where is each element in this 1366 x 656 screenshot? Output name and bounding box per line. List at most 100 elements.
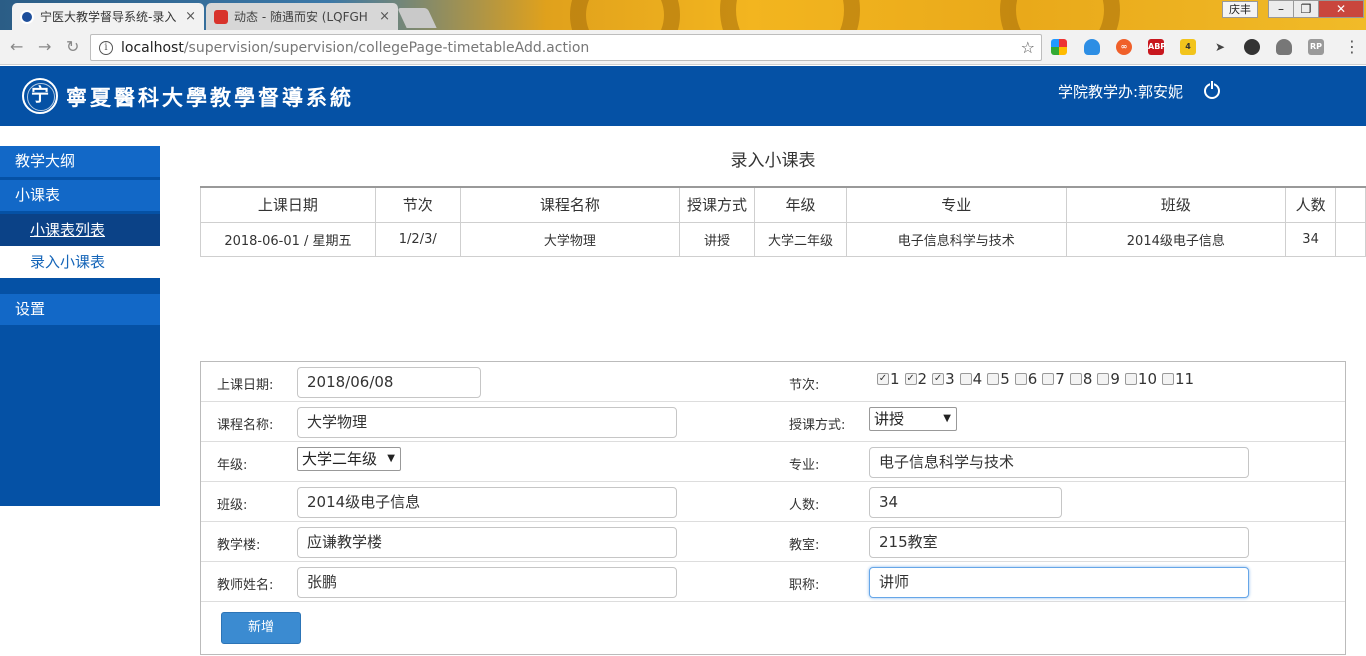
checkbox-label: 10	[1137, 370, 1158, 388]
cursor-extension-icon[interactable]: ➤	[1212, 39, 1228, 55]
room-input[interactable]: 215教室	[869, 527, 1249, 558]
checkbox-label: 8	[1082, 370, 1093, 388]
logout-power-icon[interactable]	[1204, 80, 1220, 99]
grade-select[interactable]: 大学二年级 ▼	[297, 447, 401, 471]
checkbox-label: 3	[945, 370, 955, 388]
major-input[interactable]: 电子信息科学与技术	[869, 447, 1249, 478]
browser-tabstrip: 宁医大教学督导系统-录入 × 动态 - 随遇而安 (LQFGH × 庆丰 – ❐…	[0, 0, 1366, 30]
teacher-input[interactable]: 张鹏	[297, 567, 677, 598]
column-header: 年级	[754, 186, 847, 223]
course-input[interactable]: 大学物理	[297, 407, 677, 438]
infinity-extension-icon[interactable]: ∞	[1116, 39, 1132, 55]
close-tab-icon[interactable]: ×	[185, 9, 196, 24]
sync-extension-icon[interactable]	[1244, 39, 1260, 55]
sidebar: 教学大纲 小课表 小课表列表 录入小课表 设置	[0, 146, 160, 506]
session-checkbox-8[interactable]: 8	[1069, 370, 1093, 388]
column-header: 节次	[374, 186, 461, 223]
session-checkbox-5[interactable]: 5	[987, 370, 1010, 388]
extension-color-icon[interactable]	[1051, 39, 1067, 55]
timetable-table: 上课日期 节次 课程名称 授课方式 年级 专业 班级 人数 2018-06-01…	[200, 186, 1366, 257]
table-cell: 讲授	[679, 221, 756, 257]
browser-tab-inactive[interactable]: 动态 - 随遇而安 (LQFGH ×	[206, 3, 398, 30]
sidebar-item-settings[interactable]: 设置	[0, 294, 160, 325]
grade-select-value: 大学二年级	[302, 450, 378, 468]
session-checkbox-11[interactable]: 11	[1162, 370, 1194, 388]
checkbox-box[interactable]	[987, 373, 1000, 385]
address-bar[interactable]: i localhost/supervision/supervision/coll…	[90, 34, 1042, 61]
university-logo: 宁	[22, 78, 58, 114]
session-checkbox-1[interactable]: ✓ 1	[877, 370, 900, 388]
course-label: 课程名称:	[217, 418, 274, 433]
app-header: 宁 寧夏醫科大學教學督導系統 学院教学办:郭安妮	[0, 66, 1366, 126]
checkbox-box[interactable]	[1097, 373, 1110, 385]
maximize-button[interactable]: ❐	[1293, 0, 1319, 18]
rank-input[interactable]: 讲师	[869, 567, 1249, 598]
checkbox-box[interactable]: ✓	[877, 373, 889, 385]
table-cell: 1/2/3/	[374, 221, 461, 257]
session-checkbox-7[interactable]: 7	[1042, 370, 1065, 388]
url-host: localhost	[121, 39, 184, 56]
checkbox-label: 7	[1055, 370, 1065, 388]
session-checkbox-9[interactable]: 9	[1097, 370, 1120, 388]
background-decoration	[720, 0, 860, 30]
add-button[interactable]: 新增	[221, 612, 301, 644]
checkbox-label: 9	[1110, 370, 1120, 388]
rp-extension-icon[interactable]: RP	[1308, 39, 1324, 55]
sidebar-item-timetable[interactable]: 小课表	[0, 180, 160, 211]
notes-extension-icon[interactable]: 4	[1180, 39, 1196, 55]
column-header: 人数	[1285, 186, 1337, 223]
checkbox-box[interactable]	[1069, 373, 1082, 385]
minimize-button[interactable]: –	[1268, 0, 1294, 18]
session-checkbox-6[interactable]: 6	[1014, 370, 1037, 388]
session-checkbox-3[interactable]: ✓ 3	[932, 370, 955, 388]
checkbox-box[interactable]	[1042, 373, 1055, 385]
sessions-checkbox-group: ✓ 1 ✓ 2 ✓ 3 4 5 6 7 8 9 10 11	[877, 370, 1199, 388]
column-header: 班级	[1065, 186, 1287, 223]
checkbox-box[interactable]: ✓	[904, 373, 917, 385]
date-input[interactable]: 2018/06/08	[297, 367, 481, 398]
checkbox-box[interactable]	[1162, 373, 1175, 385]
browser-tab-active[interactable]: 宁医大教学督导系统-录入 ×	[12, 3, 204, 30]
reload-icon[interactable]: ↻	[66, 38, 79, 56]
session-checkbox-4[interactable]: 4	[959, 370, 982, 388]
timetable-form: 上课日期: 2018/06/08 节次: ✓ 1 ✓ 2 ✓ 3 4 5 6 7 8 9 10 11 课程…	[200, 361, 1346, 655]
class-label: 班级:	[217, 498, 248, 513]
session-checkbox-10[interactable]: 10	[1124, 370, 1158, 388]
sidebar-item-syllabus[interactable]: 教学大纲	[0, 146, 160, 177]
column-header-overflow	[1335, 186, 1366, 223]
browser-user-badge[interactable]: 庆丰	[1222, 1, 1258, 18]
class-input[interactable]: 2014级电子信息	[297, 487, 677, 518]
tab-title: 动态 - 随遇而安 (LQFGH	[234, 10, 368, 24]
close-window-button[interactable]: ✕	[1318, 0, 1364, 18]
method-select[interactable]: 讲授 ▼	[869, 407, 957, 431]
site-title: 寧夏醫科大學教學督導系統	[66, 85, 354, 110]
menu-kebab-icon[interactable]: ⋮	[1344, 38, 1360, 56]
forward-arrow-icon[interactable]: →	[38, 38, 51, 56]
table-cell: 大学物理	[459, 221, 681, 257]
sidebar-subitem-add-timetable[interactable]: 录入小课表	[0, 246, 160, 278]
sessions-label: 节次:	[789, 378, 820, 393]
table-header-row: 上课日期 节次 课程名称 授课方式 年级 专业 班级 人数	[200, 186, 1366, 223]
form-row: 教学楼: 应谦教学楼 教室: 215教室	[201, 522, 1345, 562]
checkbox-box[interactable]	[1124, 373, 1137, 385]
table-row: 2018-06-01 / 星期五 1/2/3/ 大学物理 讲授 大学二年级 电子…	[200, 221, 1366, 257]
count-input[interactable]: 34	[869, 487, 1062, 518]
close-tab-icon[interactable]: ×	[379, 9, 390, 24]
new-tab-button[interactable]	[397, 8, 437, 28]
adblock-extension-icon[interactable]: ABP	[1148, 39, 1166, 55]
checkbox-label: 5	[1000, 370, 1010, 388]
checkbox-box[interactable]	[959, 373, 972, 385]
building-input[interactable]: 应谦教学楼	[297, 527, 677, 558]
checkbox-box[interactable]	[1014, 373, 1027, 385]
column-header: 课程名称	[459, 186, 681, 223]
form-row: 年级: 大学二年级 ▼ 专业: 电子信息科学与技术	[201, 442, 1345, 482]
cloud-extension-icon[interactable]	[1084, 39, 1100, 55]
bookmark-star-icon[interactable]: ☆	[1021, 38, 1035, 57]
sidebar-subitem-timetable-list[interactable]: 小课表列表	[0, 214, 160, 246]
table-cell: 2018-06-01 / 星期五	[200, 221, 376, 257]
session-checkbox-2[interactable]: ✓ 2	[904, 370, 927, 388]
checkbox-box[interactable]: ✓	[932, 373, 945, 385]
cloud-gray-extension-icon[interactable]	[1276, 39, 1292, 55]
info-icon[interactable]: i	[99, 40, 113, 55]
back-arrow-icon[interactable]: ←	[10, 38, 23, 56]
